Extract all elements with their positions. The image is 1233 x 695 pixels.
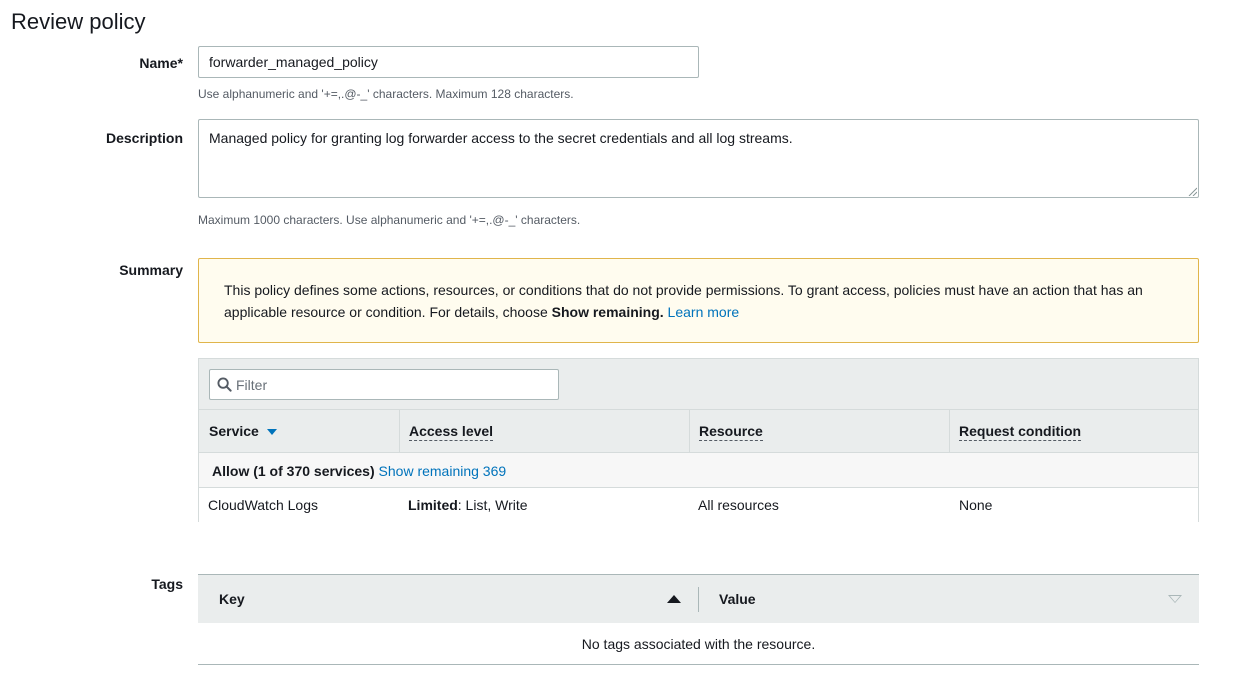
- sort-descending-icon[interactable]: [1168, 595, 1182, 603]
- sort-descending-icon[interactable]: [266, 429, 277, 436]
- value-header[interactable]: Value: [719, 591, 756, 607]
- filter-bar: [199, 359, 1198, 410]
- col-header-request-condition[interactable]: Request condition: [949, 410, 1198, 453]
- tags-label: Tags: [151, 576, 183, 592]
- col-header-service-label: Service: [209, 423, 277, 439]
- search-icon: [217, 377, 232, 392]
- allow-group-row: Allow (1 of 370 services) Show remaining…: [199, 453, 1198, 488]
- resource-header-text: Resource: [699, 423, 763, 441]
- summary-table: Service Access level Resource Request co…: [198, 358, 1199, 522]
- tags-table-header: Key Value: [198, 574, 1199, 623]
- column-divider: [949, 410, 950, 453]
- warning-bold-text: Show remaining.: [551, 304, 664, 320]
- request-condition-header-text: Request condition: [959, 423, 1082, 441]
- access-level-cell: Limited: List, Write: [408, 497, 528, 513]
- resource-cell: All resources: [698, 497, 779, 513]
- filter-input[interactable]: [236, 370, 554, 399]
- policy-description-input[interactable]: Managed policy for granting log forwarde…: [198, 119, 1199, 198]
- name-hint: Use alphanumeric and '+=,.@-_' character…: [198, 87, 574, 101]
- page-title: Review policy: [11, 9, 146, 34]
- access-level-header-text: Access level: [409, 423, 494, 441]
- column-divider: [399, 410, 400, 453]
- access-level-bold: Limited: [408, 497, 458, 513]
- column-divider: [698, 587, 699, 612]
- allow-group-text: Allow (1 of 370 services) Show remaining…: [212, 463, 506, 479]
- service-link-cloudwatch-logs[interactable]: CloudWatch Logs: [208, 497, 318, 513]
- filter-box[interactable]: [209, 369, 559, 400]
- allow-group-label: Allow (1 of 370 services): [212, 463, 375, 479]
- col-header-service[interactable]: Service: [199, 410, 399, 453]
- sort-ascending-icon[interactable]: [667, 595, 681, 603]
- service-header-text: Service: [209, 423, 259, 439]
- tags-empty-message: No tags associated with the resource.: [581, 636, 816, 652]
- table-row: CloudWatch Logs Limited: List, Write All…: [199, 488, 1198, 522]
- key-header[interactable]: Key: [219, 591, 245, 607]
- access-level-rest: : List, Write: [457, 497, 528, 513]
- col-header-access-level[interactable]: Access level: [399, 410, 689, 453]
- col-header-resource[interactable]: Resource: [689, 410, 949, 453]
- tags-table: Key Value No tags associated with the re…: [198, 574, 1199, 665]
- policy-warning-alert: This policy defines some actions, resour…: [198, 258, 1199, 343]
- description-label: Description: [105, 130, 183, 146]
- learn-more-link[interactable]: Learn more: [668, 304, 740, 320]
- request-condition-cell: None: [959, 497, 993, 513]
- name-label: Name*: [139, 55, 183, 71]
- show-remaining-link[interactable]: Show remaining 369: [379, 463, 507, 479]
- description-hint: Maximum 1000 characters. Use alphanumeri…: [198, 213, 581, 227]
- resize-grip-icon[interactable]: [1187, 186, 1197, 196]
- summary-label: Summary: [119, 262, 183, 278]
- policy-name-input[interactable]: [198, 46, 699, 78]
- column-divider: [689, 410, 690, 453]
